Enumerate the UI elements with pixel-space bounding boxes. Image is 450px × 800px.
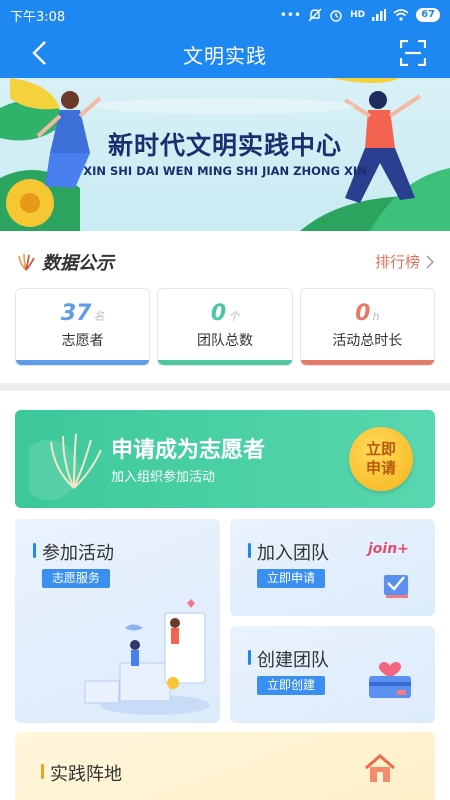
volunteer-logo-icon xyxy=(29,433,102,500)
stat-unit: 名 xyxy=(93,310,105,323)
practice-base-card[interactable]: 实践阵地 xyxy=(15,732,435,800)
stat-caption: 志愿者 xyxy=(61,333,104,349)
apply-button-label: 立即申请 xyxy=(365,440,396,477)
network-type: HD xyxy=(350,10,366,20)
card-tag: 志愿服务 xyxy=(42,569,111,588)
join-badge: join+ xyxy=(368,541,409,557)
join-team-card[interactable]: 加入团队 立即申请 join+ xyxy=(230,519,435,616)
mute-icon xyxy=(308,8,322,22)
ranking-link[interactable]: 排行榜 xyxy=(375,251,434,272)
signal-icon xyxy=(372,9,387,21)
stat-value: 0 xyxy=(210,301,227,326)
card-title: 创建团队 xyxy=(248,646,329,672)
main-content: 申请成为志愿者 加入组织参加活动 立即申请 参加活动 志愿服务 加入团队 立即申… xyxy=(0,391,450,800)
section-divider xyxy=(0,383,450,391)
back-button[interactable] xyxy=(24,38,54,68)
volunteer-subtitle: 加入组织参加活动 xyxy=(111,470,216,485)
ranking-label: 排行榜 xyxy=(374,253,420,271)
app-header: 下午3:08 ••• HD 67 文明实践 xyxy=(0,0,450,78)
data-logo-icon xyxy=(18,253,35,271)
stat-caption: 活动总时长 xyxy=(332,333,403,349)
banner-title: 新时代文明实践中心 xyxy=(107,131,342,160)
stat-value: 37 xyxy=(60,301,92,326)
card-title: 实践阵地 xyxy=(41,760,122,786)
apply-volunteer-button[interactable]: 立即申请 xyxy=(349,427,413,491)
data-section-title: 数据公示 xyxy=(42,253,114,274)
create-team-icon xyxy=(369,661,411,698)
banner[interactable]: 新时代文明实践中心 XIN SHI DAI WEN MING SHI JIAN … xyxy=(0,78,450,231)
banner-subtitle: XIN SHI DAI WEN MING SHI JIAN ZHONG XIN xyxy=(83,164,367,178)
stat-unit: 个 xyxy=(228,310,240,323)
stat-caption: 团队总数 xyxy=(196,333,253,349)
stat-hours[interactable]: 0h 活动总时长 xyxy=(299,288,435,366)
home-icon xyxy=(365,754,395,782)
volunteer-title: 申请成为志愿者 xyxy=(111,438,266,463)
stat-unit: h xyxy=(372,310,380,323)
activity-illustration xyxy=(84,599,210,715)
chevron-right-icon xyxy=(426,255,434,268)
volunteer-card[interactable]: 申请成为志愿者 加入组织参加活动 立即申请 xyxy=(15,410,435,508)
stats-row: 37 名 志愿者 0个 团队总数 0h 活动总时长 xyxy=(15,288,435,366)
card-title: 加入团队 xyxy=(248,539,329,565)
join-team-icon xyxy=(384,575,408,598)
battery-icon: 67 xyxy=(416,8,440,22)
page-title: 文明实践 xyxy=(183,43,267,68)
chevron-left-icon xyxy=(32,41,46,65)
card-tag: 立即申请 xyxy=(257,569,326,588)
scan-icon[interactable] xyxy=(400,40,426,66)
status-bar: 下午3:08 ••• HD 67 xyxy=(0,0,450,30)
wifi-icon xyxy=(393,9,409,21)
stat-teams[interactable]: 0个 团队总数 xyxy=(157,288,293,366)
data-section: 数据公示 排行榜 37 名 志愿者 0个 团队总数 0h 活动总时长 xyxy=(0,231,450,383)
join-activity-card[interactable]: 参加活动 志愿服务 xyxy=(15,519,220,723)
status-time: 下午3:08 xyxy=(10,9,66,25)
more-icon: ••• xyxy=(279,8,302,22)
alarm-icon xyxy=(330,10,342,22)
card-tag: 立即创建 xyxy=(257,676,326,695)
stat-volunteers[interactable]: 37 名 志愿者 xyxy=(15,288,151,366)
card-title: 参加活动 xyxy=(33,539,114,565)
stat-value: 0 xyxy=(355,301,371,326)
create-team-card[interactable]: 创建团队 立即创建 xyxy=(230,626,435,723)
